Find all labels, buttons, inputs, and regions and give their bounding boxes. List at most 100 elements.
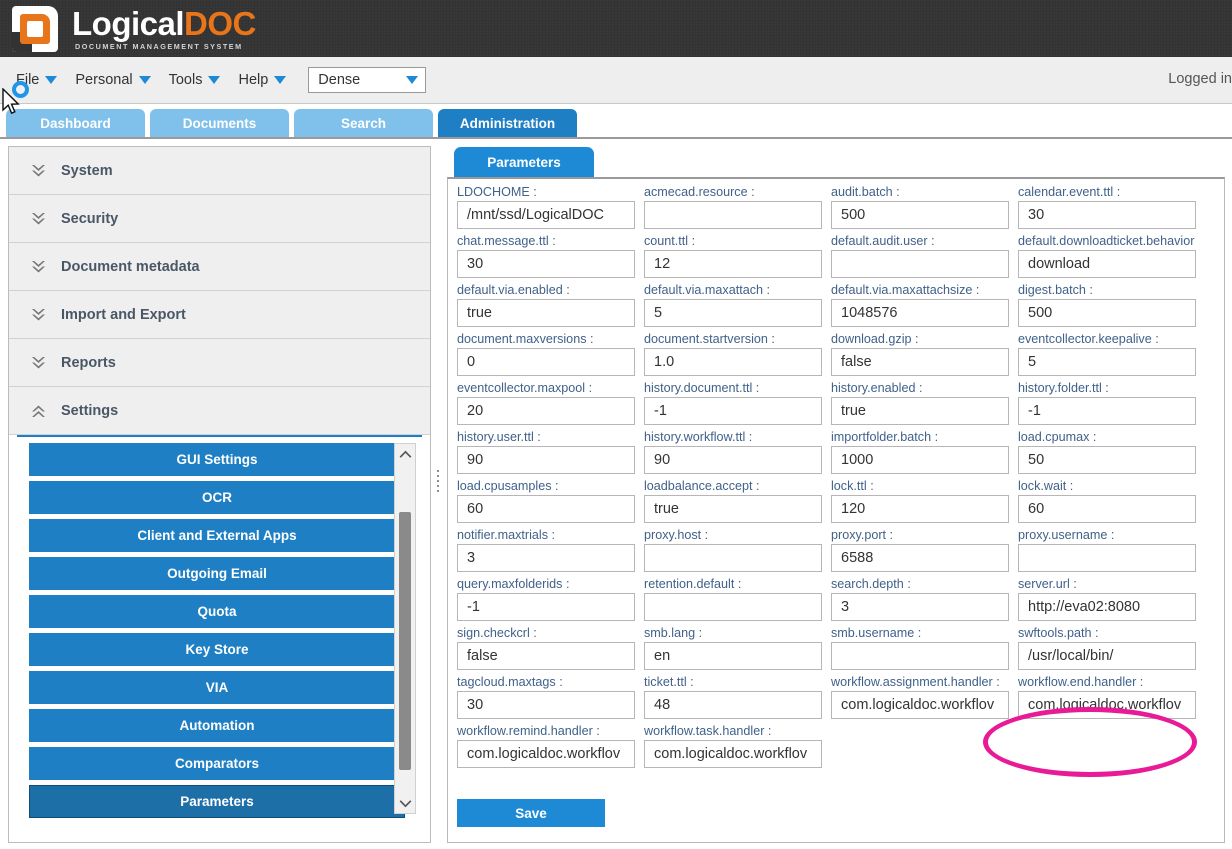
parameter-input[interactable]: 50 xyxy=(1018,446,1196,474)
parameter-input[interactable]: 30 xyxy=(457,250,635,278)
parameter-input[interactable]: true xyxy=(831,397,1009,425)
parameter-input[interactable]: 120 xyxy=(831,495,1009,523)
parameter-input[interactable]: http://eva02:8080 xyxy=(1018,593,1196,621)
parameter-input[interactable]: 48 xyxy=(644,691,822,719)
parameter-input[interactable]: 5 xyxy=(644,299,822,327)
parameter-field: notifier.maxtrials : 3 xyxy=(457,526,644,575)
parameter-input[interactable]: download xyxy=(1018,250,1196,278)
parameter-input[interactable]: 20 xyxy=(457,397,635,425)
parameter-input[interactable]: 1.0 xyxy=(644,348,822,376)
parameter-input[interactable]: 5 xyxy=(1018,348,1196,376)
parameter-label: document.startversion : xyxy=(644,332,775,346)
parameter-input[interactable]: /usr/local/bin/ xyxy=(1018,642,1196,670)
brand-wordmark: LogicalDOC DOCUMENT MANAGEMENT SYSTEM xyxy=(72,7,256,50)
sidebar-section-security[interactable]: Security xyxy=(9,195,430,243)
parameter-label: default.via.maxattach : xyxy=(644,283,771,297)
tab-dashboard[interactable]: Dashboard xyxy=(6,109,145,137)
menu-personal[interactable]: Personal xyxy=(75,72,151,88)
settings-item-quota[interactable]: Quota xyxy=(29,595,405,628)
menu-help[interactable]: Help xyxy=(238,72,287,88)
sidebar-section-document-metadata[interactable]: Document metadata xyxy=(9,243,430,291)
parameter-field: load.cpusamples : 60 xyxy=(457,477,644,526)
parameter-input[interactable]: 12 xyxy=(644,250,822,278)
parameter-input[interactable]: false xyxy=(831,348,1009,376)
parameter-label: server.url : xyxy=(1018,577,1077,591)
parameter-input[interactable]: /mnt/ssd/LogicalDOC xyxy=(457,201,635,229)
settings-item-automation[interactable]: Automation xyxy=(29,709,405,742)
parameter-input[interactable]: 500 xyxy=(831,201,1009,229)
scrollbar-thumb[interactable] xyxy=(399,512,411,770)
parameters-tab-bar: Parameters xyxy=(447,146,1225,177)
parameter-input[interactable]: 90 xyxy=(644,446,822,474)
parameter-input[interactable]: 30 xyxy=(457,691,635,719)
parameter-label: workflow.remind.handler : xyxy=(457,724,600,738)
parameter-input[interactable]: en xyxy=(644,642,822,670)
save-button[interactable]: Save xyxy=(457,799,605,827)
chevron-double-down-icon xyxy=(30,355,47,371)
content-area: System Security Document metadata Import… xyxy=(0,137,1232,849)
density-select[interactable]: Dense xyxy=(308,67,427,93)
parameters-panel: Parameters LDOCHOME : /mnt/ssd/LogicalDOC… xyxy=(447,146,1225,843)
sidebar-section-import-and-export-label: Import and Export xyxy=(61,306,186,323)
settings-scrollbar[interactable] xyxy=(394,443,416,814)
parameter-input[interactable]: com.logicaldoc.workflov xyxy=(644,740,822,768)
parameter-input[interactable]: false xyxy=(457,642,635,670)
settings-item-client-and-external-apps[interactable]: Client and External Apps xyxy=(29,519,405,552)
settings-subpanel: GUI Settings OCR Client and External App… xyxy=(17,435,422,818)
parameter-input[interactable]: 30 xyxy=(1018,201,1196,229)
parameter-input[interactable]: 3 xyxy=(457,544,635,572)
parameter-input[interactable] xyxy=(831,642,1009,670)
settings-item-outgoing-email[interactable]: Outgoing Email xyxy=(29,557,405,590)
parameter-input[interactable]: 60 xyxy=(1018,495,1196,523)
parameter-input[interactable]: 90 xyxy=(457,446,635,474)
settings-item-parameters[interactable]: Parameters xyxy=(29,785,405,818)
scroll-down-icon[interactable] xyxy=(395,793,415,813)
parameter-field: workflow.end.handler : com.logicaldoc.wor… xyxy=(1018,673,1205,722)
settings-item-ocr[interactable]: OCR xyxy=(29,481,405,514)
parameter-input[interactable]: 60 xyxy=(457,495,635,523)
parameter-input[interactable]: -1 xyxy=(457,593,635,621)
sidebar-section-system[interactable]: System xyxy=(9,147,430,195)
tab-parameters[interactable]: Parameters xyxy=(454,147,594,177)
parameter-input[interactable]: 6588 xyxy=(831,544,1009,572)
settings-item-gui-settings[interactable]: GUI Settings xyxy=(29,443,405,476)
settings-item-via[interactable]: VIA xyxy=(29,671,405,704)
parameter-input[interactable]: true xyxy=(644,495,822,523)
menu-tools[interactable]: Tools xyxy=(169,72,221,88)
parameter-field: query.maxfolderids : -1 xyxy=(457,575,644,624)
tab-search[interactable]: Search xyxy=(294,109,433,137)
parameter-input[interactable]: com.logicaldoc.workflov xyxy=(457,740,635,768)
parameter-input[interactable]: com.logicaldoc.workflov xyxy=(1018,691,1196,719)
parameter-input[interactable] xyxy=(644,544,822,572)
panel-splitter-handle[interactable] xyxy=(434,464,442,498)
settings-item-comparators[interactable]: Comparators xyxy=(29,747,405,780)
scroll-up-icon[interactable] xyxy=(395,444,415,464)
parameter-input[interactable] xyxy=(644,593,822,621)
parameter-input[interactable] xyxy=(644,201,822,229)
parameter-field: load.cpumax : 50 xyxy=(1018,428,1205,477)
parameter-input[interactable]: -1 xyxy=(644,397,822,425)
parameter-input[interactable]: com.logicaldoc.workflov xyxy=(831,691,1009,719)
parameter-input[interactable]: 1000 xyxy=(831,446,1009,474)
parameter-input[interactable]: 3 xyxy=(831,593,1009,621)
parameter-input[interactable]: true xyxy=(457,299,635,327)
sidebar-section-settings[interactable]: Settings xyxy=(9,387,430,435)
parameter-input[interactable]: -1 xyxy=(1018,397,1196,425)
parameter-label: swftools.path : xyxy=(1018,626,1099,640)
parameter-input[interactable]: 500 xyxy=(1018,299,1196,327)
chevron-double-down-icon xyxy=(30,259,47,275)
parameter-input[interactable] xyxy=(1018,544,1196,572)
tab-documents[interactable]: Documents xyxy=(150,109,289,137)
sidebar-section-reports[interactable]: Reports xyxy=(9,339,430,387)
parameter-field: history.enabled : true xyxy=(831,379,1018,428)
menu-file[interactable]: File xyxy=(16,72,58,88)
parameter-label: workflow.assignment.handler : xyxy=(831,675,1000,689)
settings-item-key-store[interactable]: Key Store xyxy=(29,633,405,666)
parameter-input[interactable]: 1048576 xyxy=(831,299,1009,327)
parameter-field: LDOCHOME : /mnt/ssd/LogicalDOC xyxy=(457,183,644,232)
parameter-input[interactable]: 0 xyxy=(457,348,635,376)
tab-administration[interactable]: Administration xyxy=(438,109,577,137)
parameter-field: server.url : http://eva02:8080 xyxy=(1018,575,1205,624)
sidebar-section-import-and-export[interactable]: Import and Export xyxy=(9,291,430,339)
parameter-input[interactable] xyxy=(831,250,1009,278)
